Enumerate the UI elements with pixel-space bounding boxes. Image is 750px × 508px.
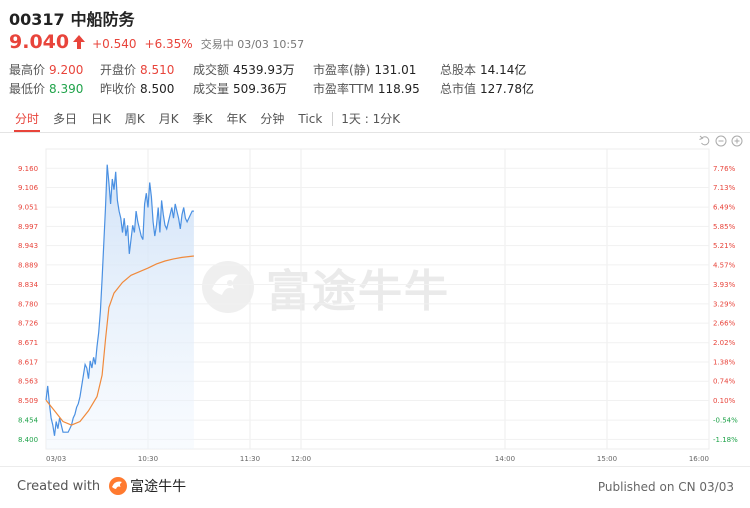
percent-tick-label: 2.02% xyxy=(713,339,736,347)
percent-tick-label: 4.57% xyxy=(713,261,736,269)
price-tick-label: 8.454 xyxy=(18,417,39,425)
percent-tick-label: 2.66% xyxy=(713,320,736,328)
percent-tick-label: 5.21% xyxy=(713,242,736,250)
time-axis: 03/03 10:30 11:30 12:00 14:00 15:00 16:00 xyxy=(46,455,709,463)
price-tick-label: 8.889 xyxy=(18,261,38,269)
percent-tick-label: 7.76% xyxy=(713,165,736,173)
footer-divider xyxy=(0,466,750,467)
price-tick-label: 8.400 xyxy=(18,436,38,444)
time-tick-label: 16:00 xyxy=(689,455,709,463)
footer-created-with: Created with 富途牛牛 xyxy=(17,476,186,496)
percent-tick-label: 0.10% xyxy=(713,397,736,405)
time-tick-label: 12:00 xyxy=(291,455,311,463)
price-axis: 9.160 9.106 9.051 8.997 8.943 8.889 8.834 8.780… xyxy=(18,165,39,444)
percent-tick-label: -1.18% xyxy=(713,436,738,444)
time-tick-label: 14:00 xyxy=(495,455,515,463)
price-tick-label: 8.671 xyxy=(18,339,38,347)
price-tick-label: 8.509 xyxy=(18,397,38,405)
price-tick-label: 9.106 xyxy=(18,184,39,192)
price-tick-label: 8.563 xyxy=(18,378,38,386)
time-tick-label: 10:30 xyxy=(138,455,158,463)
time-tick-label: 11:30 xyxy=(240,455,260,463)
published-date: Published on CN 03/03 xyxy=(597,480,734,494)
percent-tick-label: 5.85% xyxy=(713,223,736,231)
price-tick-label: 8.997 xyxy=(18,223,38,231)
footer-brand: 富途牛牛 xyxy=(130,479,187,495)
percent-tick-label: 1.38% xyxy=(713,358,736,366)
percent-tick-label: 3.93% xyxy=(713,281,736,289)
price-tick-label: 8.834 xyxy=(18,281,39,289)
price-tick-label: 8.780 xyxy=(18,300,38,308)
percent-tick-label: -0.54% xyxy=(713,417,738,425)
percent-axis: 7.76% 7.13% 6.49% 5.85% 5.21% 4.57% 3.93% 3.29%… xyxy=(713,165,738,444)
percent-tick-label: 0.74% xyxy=(713,378,736,386)
price-tick-label: 9.160 xyxy=(18,165,38,173)
price-tick-label: 9.051 xyxy=(18,204,38,212)
time-tick-label: 15:00 xyxy=(597,455,617,463)
percent-tick-label: 7.13% xyxy=(713,184,736,192)
time-tick-label: 03/03 xyxy=(46,455,66,463)
price-tick-label: 8.617 xyxy=(18,358,38,366)
futu-logo-icon xyxy=(109,477,128,495)
price-tick-label: 8.943 xyxy=(18,242,38,250)
intraday-chart[interactable]: 9.160 9.106 9.051 8.997 8.943 8.889 8.834 8.780… xyxy=(0,0,750,466)
percent-tick-label: 6.49% xyxy=(713,204,736,212)
created-with-text: Created with xyxy=(17,478,101,494)
price-tick-label: 8.726 xyxy=(18,320,39,328)
percent-tick-label: 3.29% xyxy=(713,300,736,308)
